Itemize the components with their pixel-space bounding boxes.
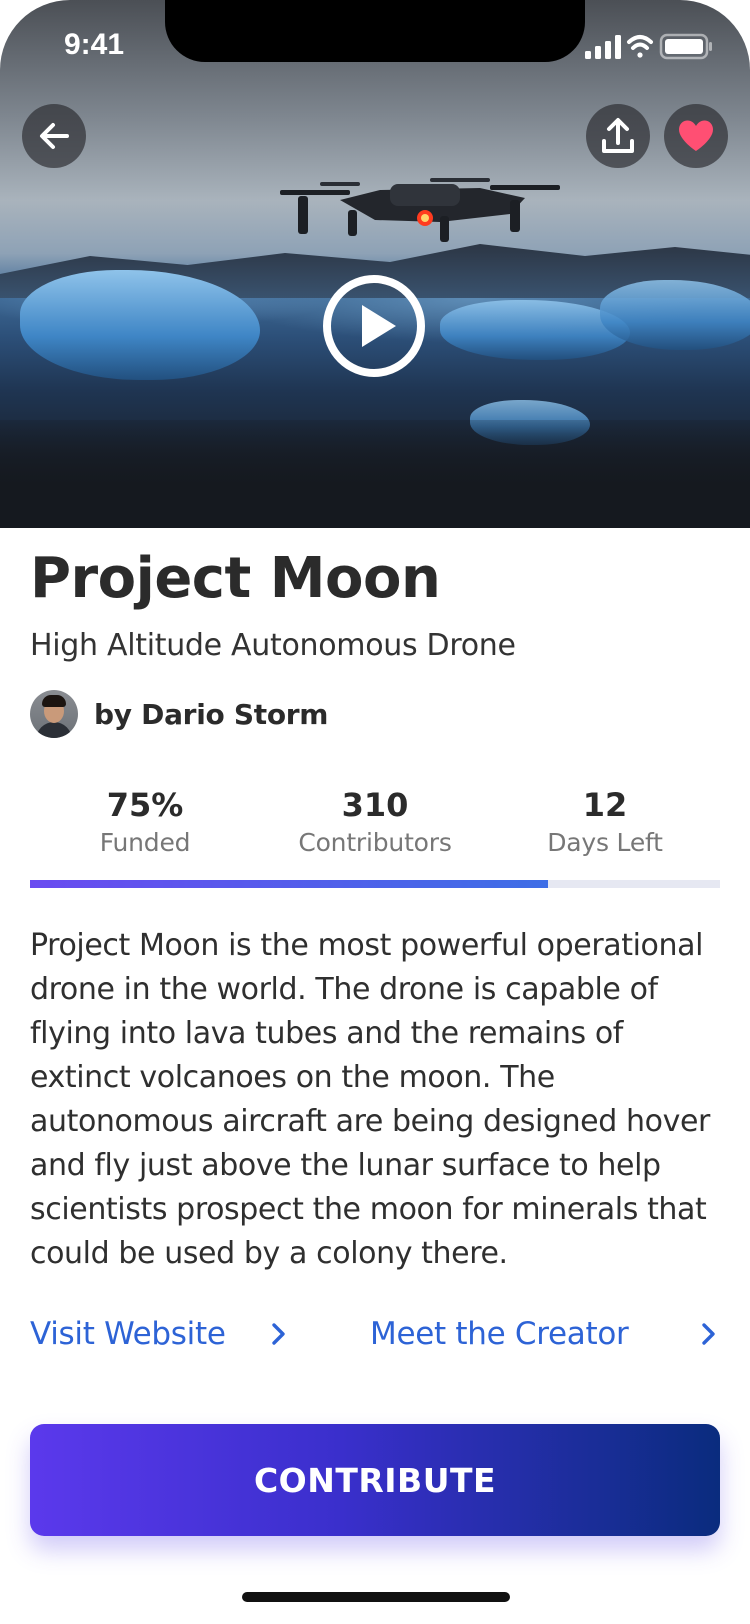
chevron-right-icon	[702, 1323, 715, 1345]
stat-value: 75%	[106, 786, 184, 824]
funding-progress-bar	[30, 880, 720, 888]
drone-illustration	[280, 178, 560, 242]
stat-label: Contributors	[298, 828, 452, 857]
funding-progress-fill	[30, 880, 548, 888]
avatar[interactable]	[30, 690, 78, 738]
heart-icon	[679, 120, 713, 151]
creator-row[interactable]: by Dario Storm	[30, 690, 328, 738]
contribute-button[interactable]: CONTRIBUTE	[30, 1424, 720, 1536]
wifi-icon	[627, 35, 653, 58]
stat-value: 12	[582, 786, 628, 824]
meet-creator-label: Meet the Creator	[370, 1316, 629, 1352]
stat-contributors: 310 Contributors	[260, 784, 490, 857]
share-button[interactable]	[586, 104, 650, 168]
device-notch	[165, 0, 585, 62]
back-button[interactable]	[22, 104, 86, 168]
share-upload-icon	[602, 118, 634, 153]
arrow-left-icon	[40, 123, 69, 149]
stat-funded: 75% Funded	[30, 784, 260, 857]
visit-website-label: Visit Website	[30, 1316, 226, 1352]
project-description: Project Moon is the most powerful operat…	[30, 928, 710, 1271]
stat-value: 310	[341, 786, 409, 824]
chevron-right-icon	[272, 1323, 285, 1345]
signal-icon	[585, 35, 621, 59]
meet-creator-link[interactable]: Meet the Creator	[370, 1312, 720, 1356]
play-circle-icon	[323, 275, 425, 377]
battery-icon	[659, 33, 712, 60]
stat-label: Funded	[99, 828, 191, 857]
hero-foreground-rocks	[0, 420, 750, 528]
funding-stats: 75% Funded 310 Contributors 12 Days Left	[30, 784, 720, 864]
creator-name: by Dario Storm	[94, 697, 329, 731]
project-subtitle: High Altitude Autonomous Drone	[30, 628, 516, 663]
stat-days-left: 12 Days Left	[490, 784, 720, 857]
project-title: Project Moon	[30, 546, 441, 611]
stat-label: Days Left	[547, 828, 663, 857]
status-time: 9:41	[64, 28, 125, 61]
favorite-button[interactable]	[664, 104, 728, 168]
hero-ice	[600, 280, 750, 350]
visit-website-link[interactable]: Visit Website	[30, 1312, 290, 1356]
play-video-button[interactable]	[322, 274, 426, 378]
status-bar: 9:41	[0, 0, 750, 90]
phone-screen: 9:41 Project Moon High Altitude Autonomo…	[0, 0, 750, 1624]
home-indicator[interactable]	[242, 1592, 510, 1602]
status-icons	[585, 33, 712, 60]
